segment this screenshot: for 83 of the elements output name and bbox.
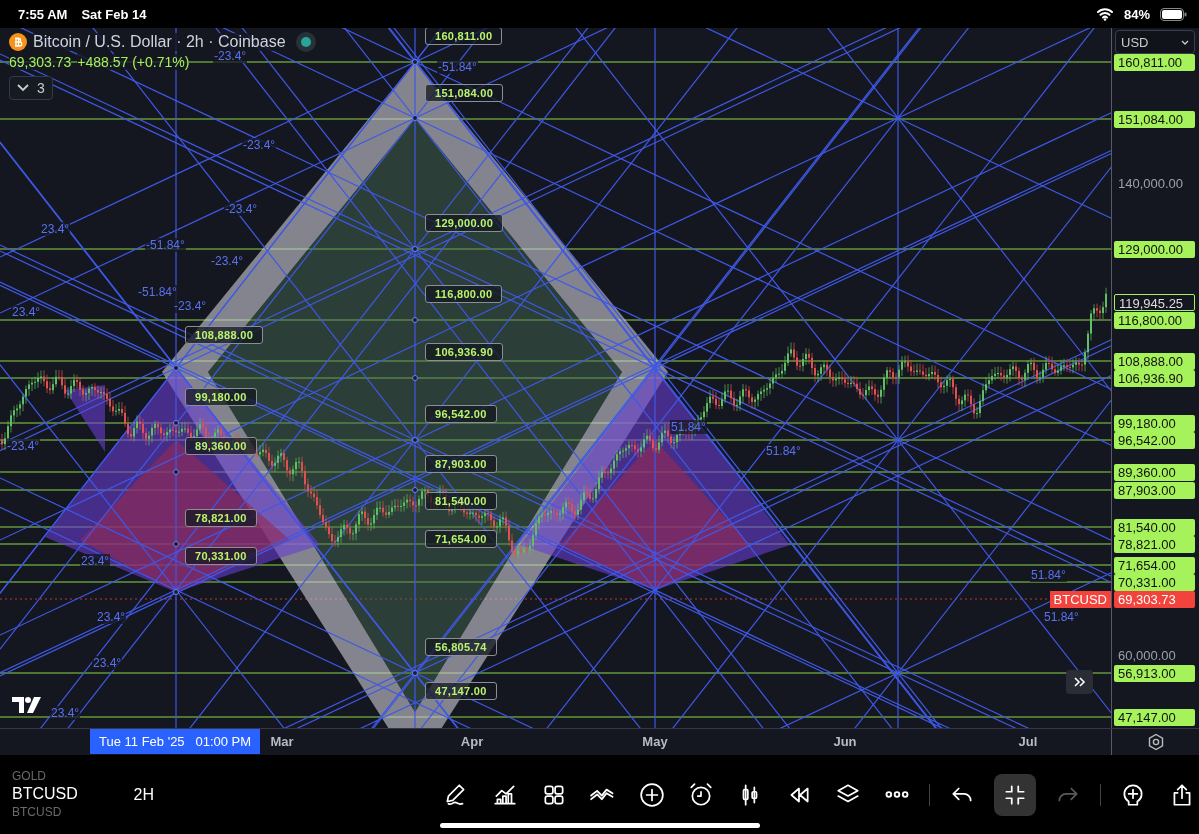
caret-icon (1181, 39, 1189, 45)
price-callout: 96,542.00 (425, 405, 497, 423)
price-axis-label: 87,903.00 (1114, 481, 1195, 499)
currency-label: USD (1121, 34, 1149, 50)
angle-label: 23.4° (96, 610, 127, 624)
zigzag-lines-icon (590, 787, 616, 802)
angle-label: 51.84° (670, 420, 707, 434)
angle-label: -51.84° (145, 238, 186, 252)
price-axis-label: 71,654.00 (1114, 556, 1195, 574)
battery-icon (1160, 7, 1187, 21)
angle-label: 23.4° (40, 222, 71, 236)
price-callout: 151,084.00 (425, 84, 504, 102)
time-axis-label: Mar (270, 733, 294, 751)
price-axis-label: 129,000.00 (1114, 240, 1195, 258)
angle-label: 23.4° (92, 656, 123, 670)
symbol-picker-item[interactable]: GOLD (12, 768, 46, 783)
price-axis-label: 119,945.25 (1114, 293, 1195, 311)
price-axis-label: 89,360.00 (1114, 463, 1195, 481)
price-axis-label: 60,000.00 (1117, 646, 1177, 664)
currency-dropdown[interactable]: USD (1115, 30, 1195, 54)
symbol-picker-item[interactable]: BTCUSD (12, 804, 62, 819)
bitcoin-icon (9, 33, 27, 51)
status-date: Sat Feb 14 (81, 6, 147, 22)
price-axis-label: 160,811.00 (1114, 53, 1195, 71)
angle-label: -23.4° (6, 439, 41, 453)
angle-label: 23.4° (50, 706, 81, 720)
price-axis-label: 151,084.00 (1114, 110, 1195, 128)
price-callout: 106,936.90 (425, 343, 504, 361)
symbol-picker-item[interactable]: BTCUSD (12, 784, 78, 803)
price-axis-label: 140,000.00 (1117, 174, 1185, 192)
price-callout: 108,888.00 (185, 326, 264, 344)
crosshair-time-label: Tue 11 Feb '25 01:00 PM (90, 729, 261, 754)
price-change: +488.57 (+0.71%) (77, 54, 190, 70)
price-callout: 70,331.00 (185, 547, 257, 565)
angle-label: -23.4° (173, 299, 208, 313)
time-axis-label: May (642, 733, 668, 751)
price-callout: 89,360.00 (185, 437, 257, 455)
alarm-clock-icon (688, 781, 714, 808)
angle-label: -23.4° (242, 138, 277, 152)
double-chevron-icon (1073, 677, 1086, 687)
angle-label: -51.84° (437, 60, 478, 74)
time-axis-label: Jun (833, 733, 857, 751)
status-time: 7:55 AM (18, 6, 68, 22)
logo-icon (12, 696, 42, 714)
price-callout: 116,800.00 (425, 285, 503, 303)
interval-label[interactable]: 2H (133, 785, 322, 804)
angle-label: 23.4° (11, 305, 42, 319)
angle-label: 51.84° (1030, 568, 1067, 582)
price-callout: 71,654.00 (425, 530, 497, 548)
price-callout: 129,000.00 (425, 214, 504, 232)
price-callout: 81,540.00 (425, 492, 497, 510)
price-callout: 56,805.74 (425, 638, 497, 657)
settings-icon[interactable] (1146, 733, 1165, 751)
price-callout: 160,811.00 (425, 28, 503, 45)
last-price: 69,303.73 (9, 54, 72, 70)
scroll-to-latest-button[interactable] (1066, 670, 1093, 694)
wifi-icon (1095, 7, 1114, 21)
angle-label: 51.84° (765, 444, 802, 458)
price-axis-label: 81,540.00 (1114, 518, 1195, 536)
angle-label: 23.4° (80, 554, 111, 568)
angle-label: -23.4° (224, 202, 259, 216)
time-axis-label: Jul (1018, 733, 1038, 751)
price-callout: 99,180.00 (185, 388, 257, 406)
price-callout: 78,821.00 (185, 509, 257, 527)
collapse-button[interactable] (994, 773, 1036, 816)
symbol-price-tag: BTCUSD (1049, 590, 1111, 608)
plus-icon (639, 781, 665, 808)
indicator-count: 3 (37, 80, 45, 96)
angle-label: -23.4° (210, 254, 245, 268)
price-axis-label: 108,888.00 (1114, 352, 1195, 370)
indicators-toggle[interactable]: 3 (9, 76, 53, 100)
price-axis-label: 56,913.00 (1114, 664, 1195, 682)
angle-label: 51.84° (1043, 610, 1080, 624)
symbol-title: Bitcoin / U.S. Dollar · 2h · Coinbase (33, 33, 286, 51)
price-axis-label: 47,147.00 (1114, 708, 1195, 726)
price-callout: 47,147.00 (425, 682, 497, 700)
angle-label: -51.84° (137, 285, 178, 299)
price-axis-label: 99,180.00 (1114, 414, 1195, 432)
more-icon (884, 791, 910, 798)
price-callout: 87,903.00 (425, 455, 497, 473)
price-axis-label: 116,800.00 (1114, 311, 1195, 329)
battery-percent: 84% (1123, 6, 1150, 22)
time-axis-label: Apr (460, 733, 484, 751)
